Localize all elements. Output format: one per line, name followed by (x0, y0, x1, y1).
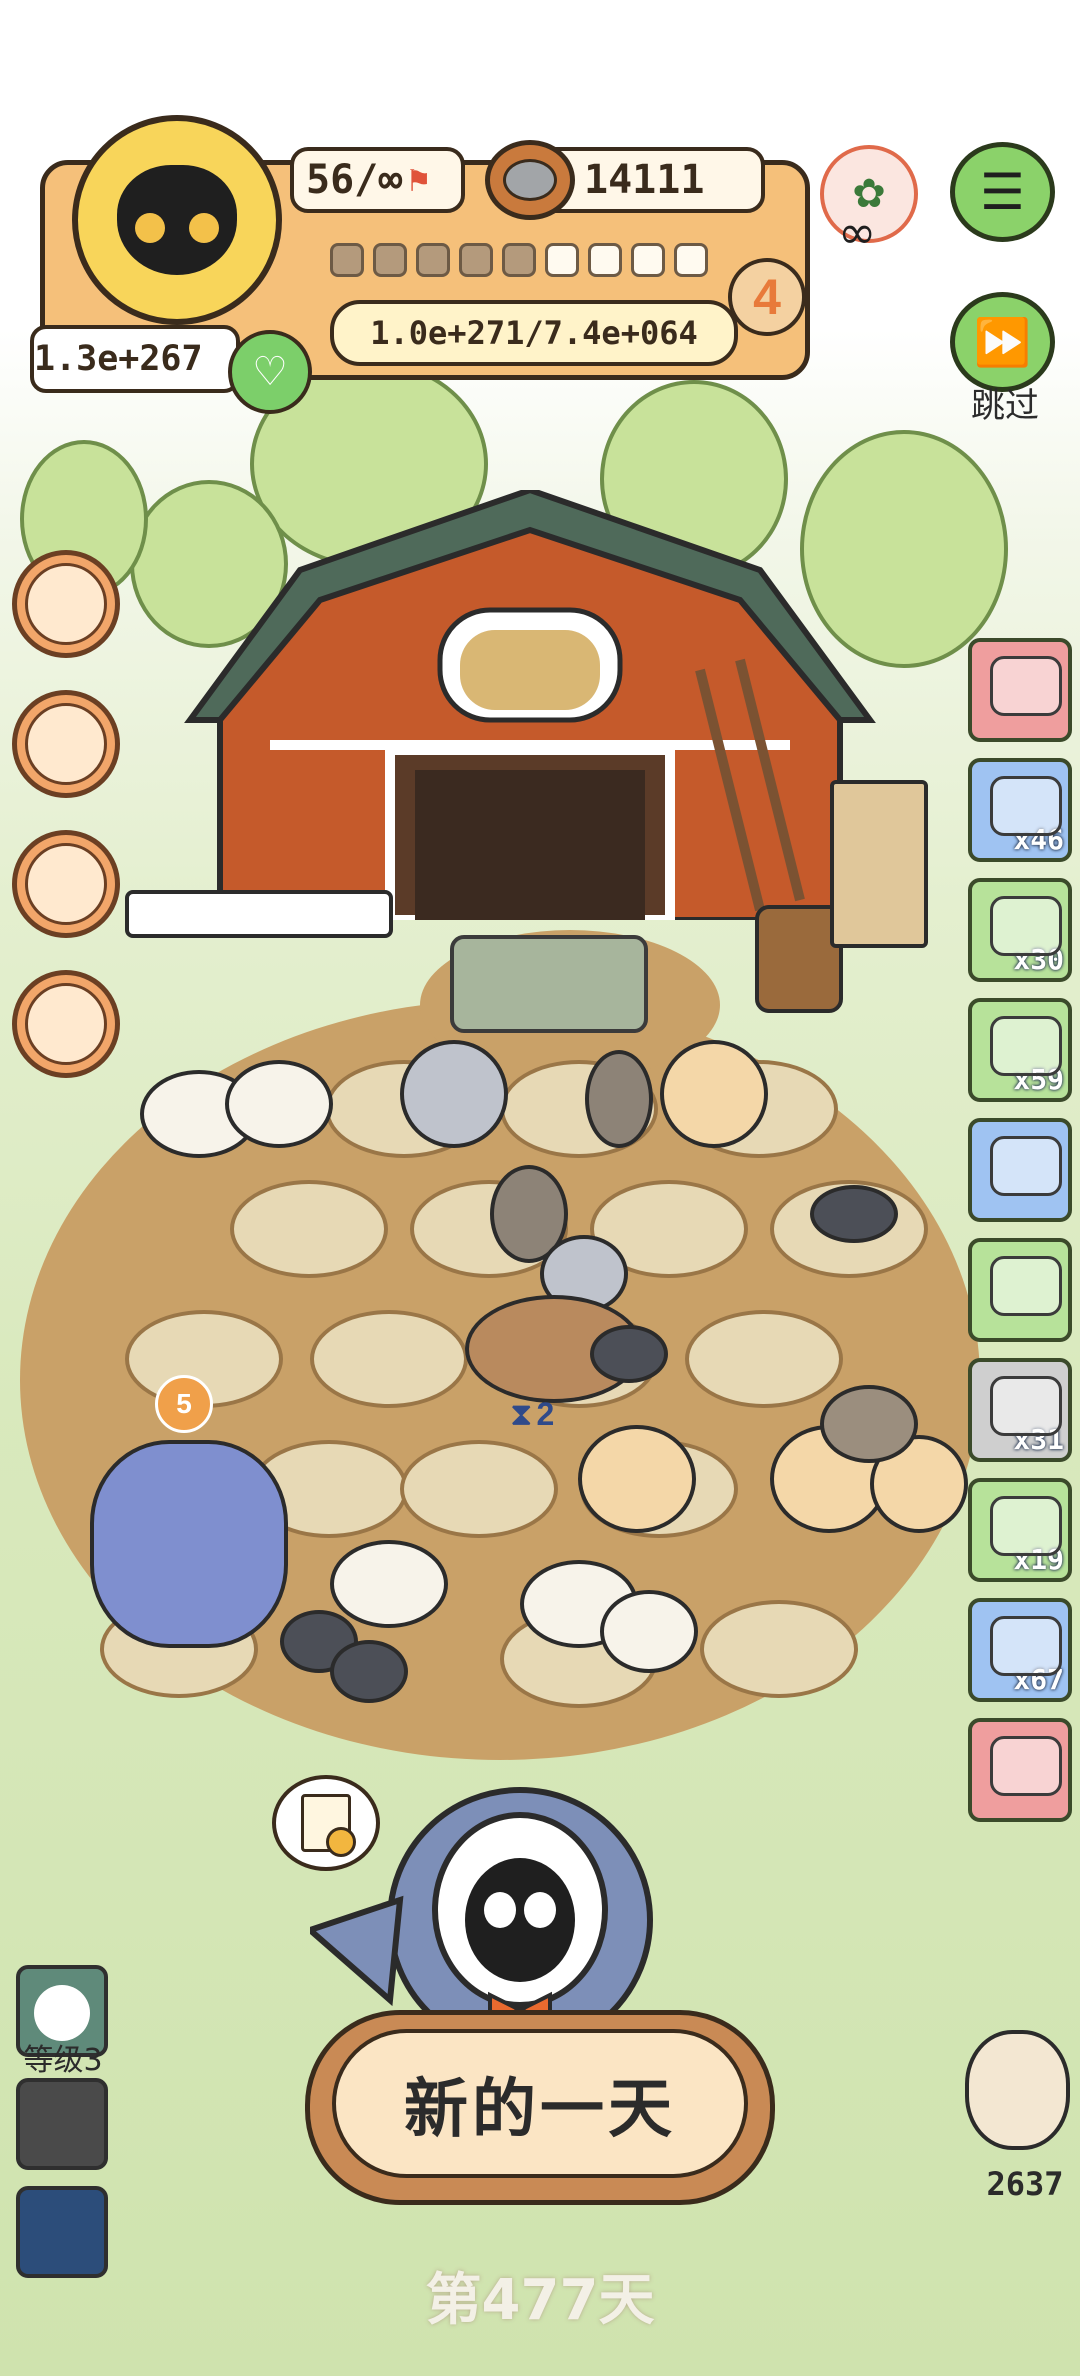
side-item-card[interactable] (968, 1118, 1072, 1222)
steps (450, 935, 648, 1033)
box-icon (25, 983, 107, 1065)
side-item-card[interactable]: x46 (968, 758, 1072, 862)
menu-button[interactable]: ☰ (950, 142, 1055, 242)
progress-segment (330, 243, 364, 277)
progress-segment (545, 243, 579, 277)
list-icon: ☰ (980, 163, 1025, 221)
capacity-display: 56/∞ ⚑ (290, 147, 465, 213)
power-display: 1.3e+267 (30, 325, 240, 393)
character-icon (25, 703, 107, 785)
level-slot-locked[interactable] (16, 2186, 108, 2278)
exp-display: 1.0e+271/7.4e+064 (330, 300, 738, 366)
item-icon (990, 1496, 1062, 1556)
mouse[interactable] (590, 1325, 668, 1383)
item-icon (990, 1736, 1062, 1796)
item-icon (990, 896, 1062, 956)
fast-forward-icon: ⏩ (973, 314, 1032, 369)
dragon[interactable] (90, 1440, 288, 1648)
can-icon (485, 140, 575, 220)
avatar[interactable] (72, 115, 282, 325)
progress-segment (459, 243, 493, 277)
side-item-card[interactable] (968, 638, 1072, 742)
level-slot-locked[interactable] (16, 2078, 108, 2170)
character-feature-button[interactable] (12, 690, 120, 798)
burrow (700, 1600, 858, 1698)
fish-feature-button[interactable] (12, 830, 120, 938)
level-progress (330, 243, 708, 277)
progress-segment (631, 243, 665, 277)
skip-button[interactable]: ⏩ (950, 292, 1055, 392)
skip-label: 跳过 (971, 386, 1039, 426)
burrow (400, 1440, 558, 1538)
side-item-card[interactable]: x30 (968, 878, 1072, 982)
hamster[interactable] (660, 1040, 768, 1148)
barn (170, 486, 890, 925)
black-cat-icon (117, 165, 237, 275)
rabbit[interactable] (600, 1590, 698, 1673)
heart-icon[interactable]: ♡ (228, 330, 312, 414)
hourglass-icon: ⧗ (510, 1395, 533, 1433)
mouse[interactable] (330, 1640, 408, 1703)
item-icon (990, 1616, 1062, 1676)
side-item-card[interactable] (968, 1718, 1072, 1822)
side-item-card[interactable] (968, 1238, 1072, 1342)
pot-feature-button[interactable] (12, 550, 120, 658)
progress-segment (588, 243, 622, 277)
item-icon (990, 776, 1062, 836)
burrow (310, 1310, 468, 1408)
hamster[interactable] (578, 1425, 696, 1533)
owl-icon[interactable] (965, 2030, 1070, 2150)
burrow (685, 1310, 843, 1408)
side-item-card[interactable]: x19 (968, 1478, 1072, 1582)
side-item-card[interactable]: x67 (968, 1598, 1072, 1702)
side-item-card[interactable]: x31 (968, 1358, 1072, 1462)
chinchilla[interactable] (400, 1040, 508, 1148)
item-icon (990, 656, 1062, 716)
mouse[interactable] (810, 1185, 898, 1243)
item-icon (990, 1016, 1062, 1076)
level-badge: 4 (728, 258, 806, 336)
day-counter: 第477天 (425, 2268, 655, 2333)
carrot-planter (125, 890, 393, 938)
owl-count: 2637 (986, 2165, 1064, 2203)
level-label: 等级3 (23, 2043, 103, 2078)
new-day-label: 新的一天 (404, 2072, 676, 2147)
rabbit[interactable] (225, 1060, 333, 1148)
item-icon (990, 1376, 1062, 1436)
item-icon (990, 1136, 1062, 1196)
timer: ⧗ 2 (510, 1395, 555, 1433)
dragon-level-badge: 5 (155, 1375, 213, 1433)
progress-segment (416, 243, 450, 277)
rabbit[interactable] (330, 1540, 448, 1628)
burrow (230, 1180, 388, 1278)
infinity-icon: ∞ (838, 205, 877, 259)
crate (830, 780, 928, 948)
shark-cat-mascot (304, 1770, 690, 2053)
progress-segment (674, 243, 708, 277)
item-count (1064, 1216, 1068, 1218)
fish-icon (25, 843, 107, 925)
item-icon (990, 1256, 1062, 1316)
progress-segment (502, 243, 536, 277)
progress-segment (373, 243, 407, 277)
new-day-button[interactable]: 新的一天 (305, 2010, 775, 2205)
side-item-card[interactable]: x59 (968, 998, 1072, 1102)
box-feature-button[interactable] (12, 970, 120, 1078)
hedgehog[interactable] (820, 1385, 918, 1463)
jerboa[interactable] (585, 1050, 653, 1148)
flag-icon: ⚑ (408, 160, 429, 200)
pot-icon (25, 563, 107, 645)
item-count (1064, 1816, 1068, 1818)
item-count (1064, 736, 1068, 738)
item-count (1064, 1336, 1068, 1338)
